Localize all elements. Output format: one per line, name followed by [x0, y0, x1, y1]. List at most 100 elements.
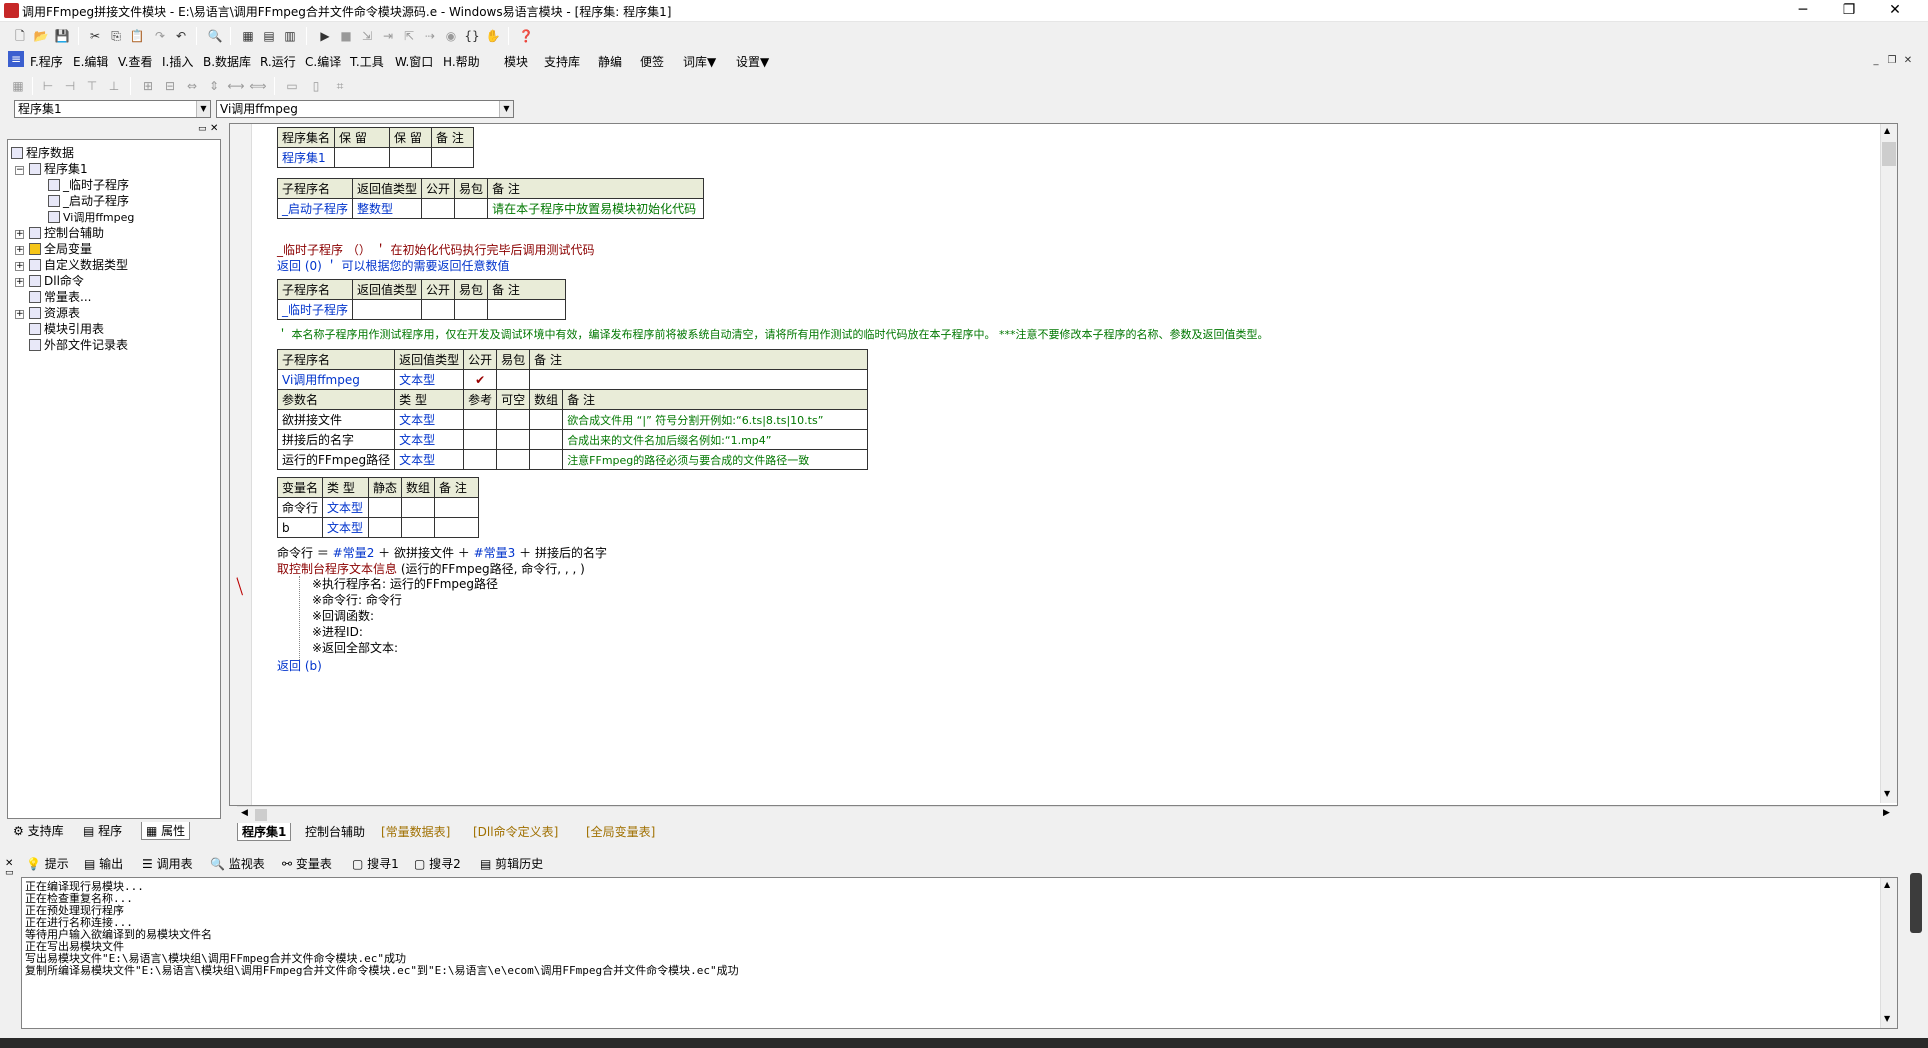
stop-icon[interactable]: ■ [336, 26, 356, 46]
cut-icon[interactable]: ✂ [85, 26, 105, 46]
menu-notes[interactable]: 便签 [640, 53, 664, 70]
scroll-left-icon[interactable]: ◀ [241, 808, 248, 818]
table-cell[interactable] [401, 497, 436, 518]
menu-tools[interactable]: T.工具 [350, 53, 384, 70]
align-top-icon[interactable]: ⊤ [82, 76, 102, 96]
chevron-down-icon[interactable]: ▼ [196, 101, 210, 117]
panel-pin-icon[interactable]: ▭ [198, 124, 207, 134]
lock-icon[interactable]: ⌗ [330, 76, 350, 96]
tree-console-helper[interactable]: 控制台辅助 [29, 225, 104, 241]
subroutine-combo[interactable]: Vi调用ffmpeg ▼ [216, 100, 514, 118]
menu-settings[interactable]: 设置▼ [736, 53, 769, 70]
tree-sub-temp[interactable]: _临时子程序 [48, 177, 129, 193]
expand-icon[interactable]: + [15, 262, 24, 271]
table-cell[interactable] [487, 299, 567, 320]
scroll-up-icon[interactable]: ▲ [1884, 880, 1890, 889]
tree-custom-types[interactable]: 自定义数据类型 [29, 257, 128, 273]
code-line-return0[interactable]: 返回 (0) ＇ 可以根据您的需要返回任意数值 [277, 257, 509, 274]
var-type-cell[interactable]: 文本型 [322, 497, 370, 518]
table-cell[interactable] [529, 449, 564, 470]
tab-program[interactable]: ▤ 程序 [79, 822, 126, 840]
collapse-icon[interactable]: − [15, 166, 24, 175]
table-cell[interactable] [454, 299, 489, 320]
param-name-cell[interactable]: 欲拼接文件 [276, 409, 396, 430]
menu-module[interactable]: 模块 [504, 53, 528, 70]
table-cell[interactable] [421, 198, 456, 219]
code-arg-callback[interactable]: ※回调函数: [312, 607, 374, 624]
tab-properties[interactable]: ▦ 属性 [141, 822, 191, 840]
table-cell[interactable] [368, 517, 403, 538]
v-space-icon[interactable]: ⟺ [248, 76, 268, 96]
table-cell[interactable] [496, 429, 531, 450]
layout-1-icon[interactable]: ▦ [238, 26, 258, 46]
copy-icon[interactable]: ⎘ [106, 26, 126, 46]
menu-static-compile[interactable]: 静编 [598, 53, 622, 70]
expand-icon[interactable]: + [15, 230, 24, 239]
tree-root[interactable]: 程序数据 [11, 145, 74, 161]
output-vscrollbar[interactable]: ▲ ▼ [1880, 878, 1897, 1028]
scroll-down-icon[interactable]: ▼ [1884, 1014, 1890, 1023]
menu-compile[interactable]: C.编译 [305, 53, 341, 70]
table-cell[interactable] [421, 299, 456, 320]
tab-call-table[interactable]: ☰ 调用表 [142, 854, 193, 874]
var-name-cell[interactable]: b [276, 517, 324, 538]
table-cell[interactable] [334, 147, 391, 168]
assembly-combo[interactable]: 程序集1 ▼ [14, 100, 211, 118]
align-right-icon[interactable]: ⊣ [60, 76, 80, 96]
sub-name-cell[interactable]: _临时子程序 [276, 299, 354, 320]
paste-icon[interactable]: 📋 [127, 26, 147, 46]
tree-constants[interactable]: 常量表... [29, 289, 91, 305]
menu-database[interactable]: B.数据库 [203, 53, 251, 70]
layout-3-icon[interactable]: ▥ [280, 26, 300, 46]
tree-sub-ffmpeg[interactable]: Vi调用ffmpeg [48, 209, 134, 225]
expand-icon[interactable]: + [15, 246, 24, 255]
expand-icon[interactable]: + [15, 310, 24, 319]
step-over-icon[interactable]: ⇥ [378, 26, 398, 46]
menu-help[interactable]: H.帮助 [443, 53, 480, 70]
scroll-down-icon[interactable]: ▼ [1884, 789, 1890, 798]
hand-icon[interactable]: ✋ [483, 26, 503, 46]
step-out-icon[interactable]: ⇱ [399, 26, 419, 46]
panel-close-icon[interactable]: ✕ [210, 123, 218, 134]
tab-dll-commands[interactable]: [Dll命令定义表] [469, 823, 562, 841]
table-cell[interactable] [454, 198, 489, 219]
param-type-cell[interactable]: 文本型 [394, 429, 465, 450]
menu-run[interactable]: R.运行 [260, 53, 296, 70]
table-cell[interactable] [434, 517, 480, 538]
app-menu-icon[interactable]: ≡ [8, 51, 24, 67]
menu-insert[interactable]: I.插入 [162, 53, 193, 70]
chevron-down-icon[interactable]: ▼ [499, 101, 513, 117]
tree-resources[interactable]: 资源表 [29, 305, 80, 321]
table-cell[interactable] [463, 449, 498, 470]
v-center-icon[interactable]: ▯ [306, 76, 326, 96]
braces-icon[interactable]: {} [462, 26, 482, 46]
tab-search2[interactable]: ▢ 搜寻2 [414, 854, 461, 874]
param-type-cell[interactable]: 文本型 [394, 449, 465, 470]
param-type-cell[interactable]: 文本型 [394, 409, 465, 430]
editor-hscrollbar[interactable]: ◀ ▶ [237, 806, 1897, 822]
table-cell[interactable] [431, 147, 475, 168]
scroll-up-icon[interactable]: ▲ [1884, 126, 1890, 135]
tree-external-files[interactable]: 外部文件记录表 [29, 337, 128, 353]
table-cell[interactable] [496, 409, 531, 430]
tab-variables[interactable]: ⚯ 变量表 [282, 854, 332, 874]
table-cell[interactable] [529, 429, 564, 450]
tree-global-vars[interactable]: 全局变量 [29, 241, 92, 257]
tree-sub-start[interactable]: _启动子程序 [48, 193, 129, 209]
maximize-button[interactable]: ❐ [1826, 0, 1872, 22]
breakpoint-icon[interactable]: ◉ [441, 26, 461, 46]
param-comment-cell[interactable]: 注意FFmpeg的路径必须与要合成的文件路径一致 [562, 449, 869, 470]
center-v-icon[interactable]: ⊟ [160, 76, 180, 96]
find-icon[interactable]: 🔍 [205, 26, 225, 46]
new-file-icon[interactable]: 🗋 [10, 26, 30, 46]
h-center-icon[interactable]: ▭ [282, 76, 302, 96]
var-type-cell[interactable]: 文本型 [322, 517, 370, 538]
tab-console-helper[interactable]: 控制台辅助 [301, 823, 369, 841]
scroll-right-icon[interactable]: ▶ [1883, 808, 1890, 818]
code-arg-pid[interactable]: ※进程ID: [312, 623, 363, 640]
side-handle[interactable] [1910, 873, 1922, 933]
layout-2-icon[interactable]: ▤ [259, 26, 279, 46]
param-comment-cell[interactable]: 合成出来的文件名加后缀名例如:“1.mp4” [562, 429, 869, 450]
step-into-icon[interactable]: ⇲ [357, 26, 377, 46]
var-name-cell[interactable]: 命令行 [276, 497, 324, 518]
